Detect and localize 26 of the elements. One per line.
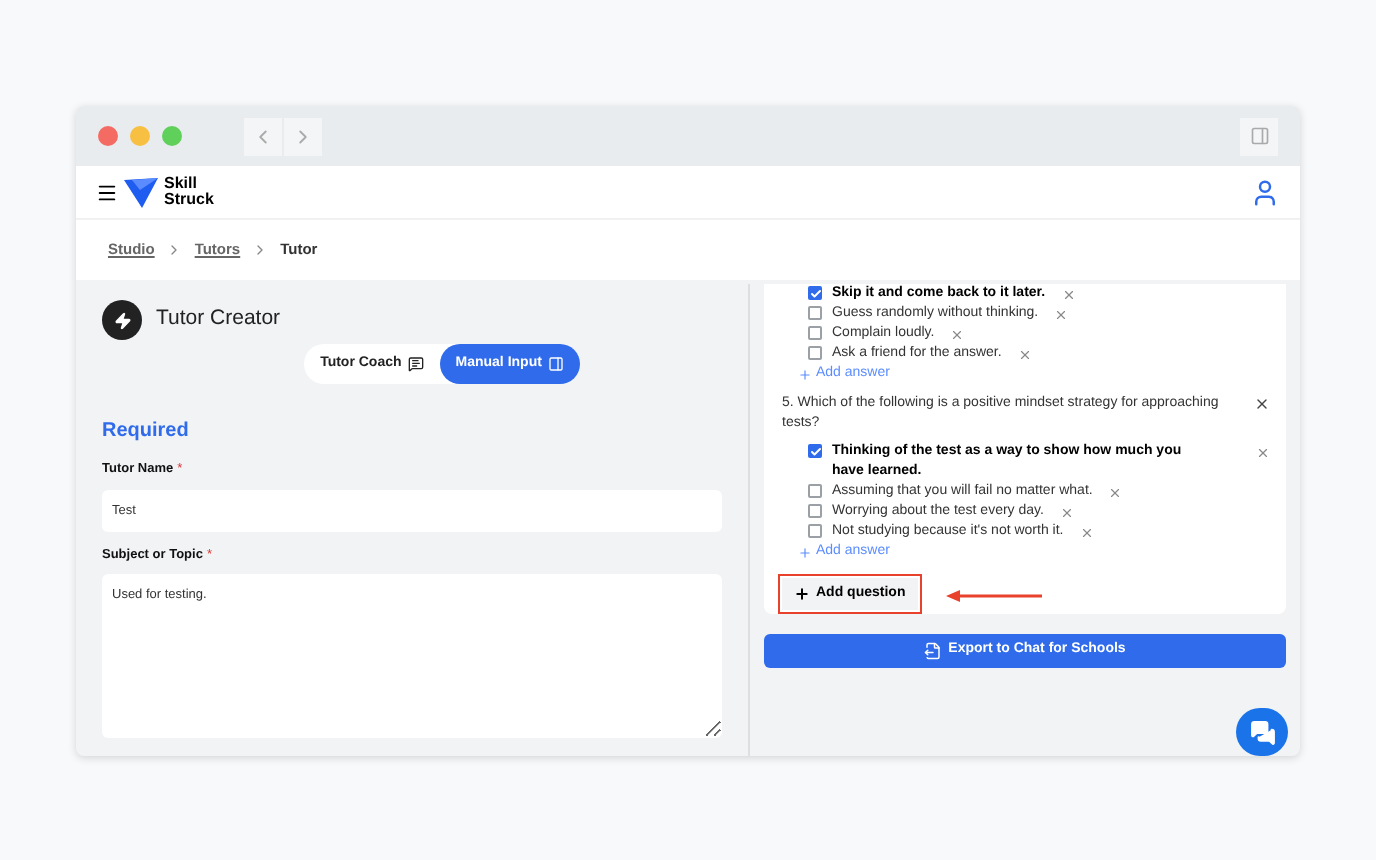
plus-icon [798,367,812,381]
brand-text: Skill [164,176,199,192]
page-title: Tutor Creator [156,304,281,335]
answer-checkbox[interactable] [808,306,822,320]
panel-icon [547,356,564,372]
chat-icon [1249,719,1275,746]
lightning-badge-icon [102,300,142,340]
plus-icon [798,545,812,559]
answer-checkbox[interactable] [808,326,822,340]
menu-icon[interactable] [96,181,118,203]
answer-checkbox[interactable] [808,504,822,518]
answer-checkbox[interactable] [808,346,822,360]
chat-button[interactable] [1236,708,1288,756]
section-title: Required [102,418,191,446]
annotation-arrow [946,590,1042,602]
chat-icon [407,356,424,372]
delete-icon[interactable] [1254,396,1270,412]
sidebar-button[interactable] [1240,117,1278,155]
user-icon[interactable] [1250,177,1280,207]
answer-checkbox[interactable] [808,524,822,538]
logo-icon [124,177,158,207]
plus-icon [794,586,810,602]
sidebar-icon [1249,126,1269,146]
brand-text: Struck [164,192,214,208]
answer-checkbox[interactable] [808,484,822,498]
export-icon [924,642,943,661]
